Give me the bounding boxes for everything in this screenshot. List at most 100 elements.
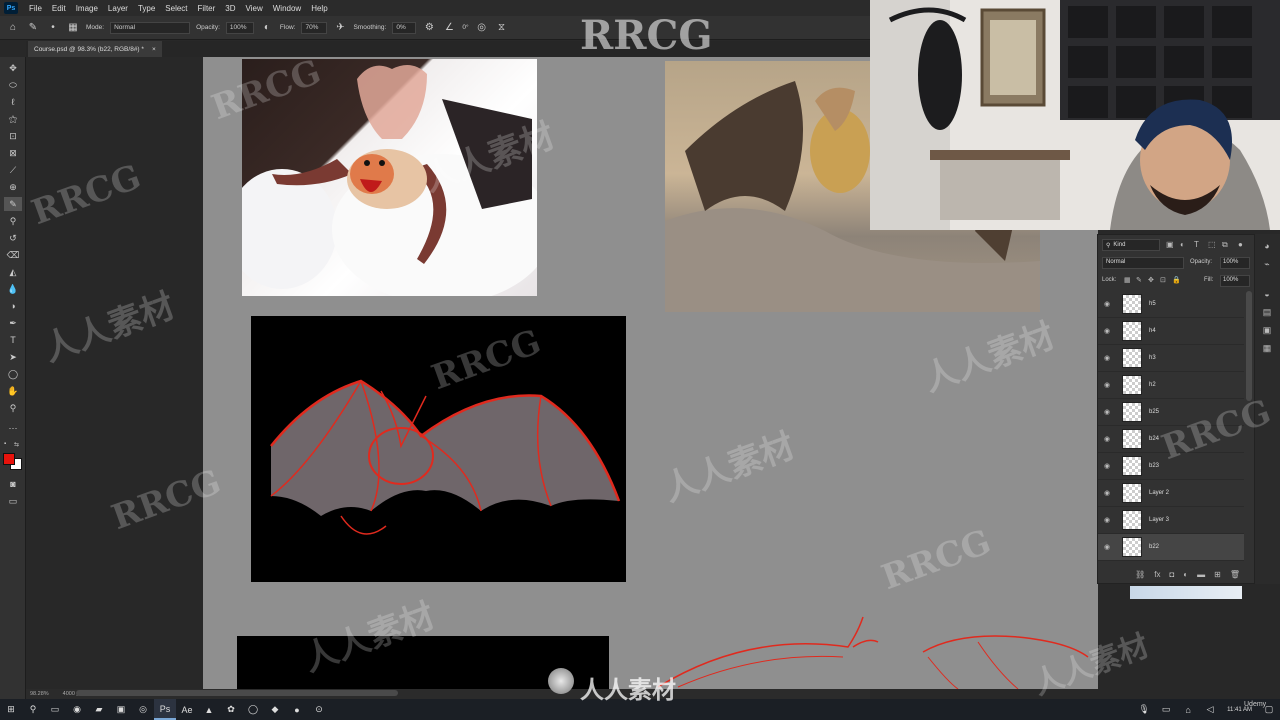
fill-field[interactable]: 100%	[1220, 275, 1250, 287]
layer-filter-select[interactable]: ⚲ Kind	[1102, 239, 1160, 251]
layer-row[interactable]: ◉ Layer 2	[1098, 480, 1244, 507]
filter-pixel-icon[interactable]: ▣	[1166, 240, 1174, 249]
brush-size-icon[interactable]: •	[46, 22, 60, 33]
zoom-tool-icon[interactable]: ⚲	[4, 401, 22, 415]
new-group-icon[interactable]: ▬	[1197, 570, 1205, 579]
reference-photo-bat-in-hand[interactable]	[242, 59, 537, 296]
menu-type[interactable]: Type	[133, 4, 160, 13]
menu-edit[interactable]: Edit	[47, 4, 71, 13]
visibility-eye-icon[interactable]: ◉	[1098, 381, 1116, 389]
layer-row[interactable]: ◉ h4	[1098, 318, 1244, 345]
quick-mask-icon[interactable]: ◙	[4, 477, 22, 491]
filter-adjustment-icon[interactable]: ◐	[1180, 240, 1185, 249]
network-icon[interactable]: ⌂	[1177, 699, 1199, 720]
photos-icon[interactable]: ▲	[198, 699, 220, 720]
menu-select[interactable]: Select	[160, 4, 192, 13]
new-layer-icon[interactable]: ⊞	[1214, 570, 1221, 579]
reference-photo-bat-flying[interactable]	[251, 316, 626, 582]
visibility-eye-icon[interactable]: ◉	[1098, 462, 1116, 470]
path-selection-tool-icon[interactable]: ➤	[4, 350, 22, 364]
windows-start-icon[interactable]: ⊞	[0, 699, 22, 720]
type-tool-icon[interactable]: T	[4, 333, 22, 347]
lock-position-icon[interactable]: ✥	[1148, 276, 1154, 284]
visibility-eye-icon[interactable]: ◉	[1098, 327, 1116, 335]
lock-artboard-icon[interactable]: ⊡	[1160, 276, 1166, 284]
default-colors-icon[interactable]: ▪	[4, 441, 12, 447]
add-mask-icon[interactable]: ◘	[1169, 570, 1174, 579]
app-icon-5[interactable]: ●	[286, 699, 308, 720]
app-icon-2[interactable]: ✿	[220, 699, 242, 720]
menu-window[interactable]: Window	[268, 4, 306, 13]
visibility-eye-icon[interactable]: ◉	[1098, 435, 1116, 443]
visibility-eye-icon[interactable]: ◉	[1098, 543, 1116, 551]
photoshop-logo-icon[interactable]: Ps	[4, 2, 18, 14]
visibility-eye-icon[interactable]: ◉	[1098, 354, 1116, 362]
symmetry-icon[interactable]: ⧖	[495, 22, 509, 33]
brush-settings-icon[interactable]: ▦	[66, 22, 80, 33]
angle-value[interactable]: 0°	[462, 24, 468, 31]
magic-wand-tool-icon[interactable]: ⚝	[4, 112, 22, 126]
lock-transparent-icon[interactable]: ▦	[1124, 276, 1131, 284]
eyedropper-tool-icon[interactable]: ⟋	[4, 163, 22, 177]
menu-image[interactable]: Image	[71, 4, 103, 13]
layer-row[interactable]: ◉ b23	[1098, 453, 1244, 480]
lock-all-icon[interactable]: 🔒	[1172, 276, 1181, 284]
blur-tool-icon[interactable]: 💧	[4, 282, 22, 296]
layer-row-selected[interactable]: ◉ b22	[1098, 534, 1244, 561]
swap-colors-icon[interactable]: ⇆	[14, 441, 22, 448]
store-icon[interactable]: ▣	[110, 699, 132, 720]
microphone-icon[interactable]: 🎙	[1133, 699, 1155, 720]
hand-tool-icon[interactable]: ✋	[4, 384, 22, 398]
crop-tool-icon[interactable]: ⊡	[4, 129, 22, 143]
layer-opacity-field[interactable]: 100%	[1220, 257, 1250, 269]
smoothing-settings-icon[interactable]: ⚙	[422, 22, 436, 33]
after-effects-taskbar-icon[interactable]: Ae	[176, 699, 198, 720]
menu-help[interactable]: Help	[306, 4, 332, 13]
visibility-eye-icon[interactable]: ◉	[1098, 300, 1116, 308]
move-tool-icon[interactable]: ✥	[4, 61, 22, 75]
clone-stamp-tool-icon[interactable]: ⚲	[4, 214, 22, 228]
pressure-size-icon[interactable]: ◎	[475, 22, 489, 33]
app-icon-4[interactable]: ◆	[264, 699, 286, 720]
app-icon-6[interactable]: ⊙	[308, 699, 330, 720]
menu-filter[interactable]: Filter	[193, 4, 221, 13]
layer-row[interactable]: ◉ h5	[1098, 291, 1244, 318]
more-tools-icon[interactable]: ⋯	[4, 421, 22, 435]
chrome-icon[interactable]: ◉	[66, 699, 88, 720]
file-explorer-icon[interactable]: ▰	[88, 699, 110, 720]
menu-layer[interactable]: Layer	[103, 4, 133, 13]
smoothing-field[interactable]: 0%	[392, 21, 417, 34]
tray-icon[interactable]: ▭	[1155, 699, 1177, 720]
layer-row[interactable]: ◉ Layer 3	[1098, 507, 1244, 534]
home-icon[interactable]: ⌂	[6, 22, 20, 33]
paths-panel-icon[interactable]: ⌁	[1261, 258, 1273, 270]
link-layers-icon[interactable]: ⛓	[1135, 570, 1145, 579]
document-tab[interactable]: Course.psd @ 98.3% (b22, RGB/8#) * ×	[28, 41, 162, 57]
color-panel-icon[interactable]: ◕	[1261, 240, 1273, 252]
healing-brush-tool-icon[interactable]: ⊕	[4, 180, 22, 194]
pen-tool-icon[interactable]: ✒	[4, 316, 22, 330]
layer-row[interactable]: ◉ b25	[1098, 399, 1244, 426]
menu-3d[interactable]: 3D	[220, 4, 240, 13]
layer-row[interactable]: ◉ h2	[1098, 372, 1244, 399]
photoshop-taskbar-icon[interactable]: Ps	[154, 699, 176, 720]
volume-icon[interactable]: ◁	[1199, 699, 1221, 720]
ellipse-tool-icon[interactable]: ◯	[4, 367, 22, 381]
brush-preset-icon[interactable]: ✎	[26, 22, 40, 33]
menu-file[interactable]: File	[24, 4, 47, 13]
menu-view[interactable]: View	[241, 4, 268, 13]
blend-mode-select[interactable]: Normal	[1102, 257, 1184, 269]
frame-tool-icon[interactable]: ⊠	[4, 146, 22, 160]
layer-row[interactable]: ◉ b24	[1098, 426, 1244, 453]
horizontal-scrollbar[interactable]	[76, 690, 398, 696]
visibility-eye-icon[interactable]: ◉	[1098, 408, 1116, 416]
pressure-opacity-icon[interactable]: ◐	[260, 22, 274, 33]
brush-tool-icon[interactable]: ✎	[4, 197, 22, 211]
filter-type-icon[interactable]: T	[1194, 240, 1199, 249]
layer-style-icon[interactable]: fx	[1154, 570, 1160, 579]
libraries-panel-icon[interactable]: ▤	[1261, 306, 1273, 318]
flow-field[interactable]: 70%	[301, 21, 328, 34]
eraser-tool-icon[interactable]: ⌫	[4, 248, 22, 262]
paint-bucket-tool-icon[interactable]: ◭	[4, 265, 22, 279]
swatches-panel-icon[interactable]: ▦	[1261, 342, 1273, 354]
